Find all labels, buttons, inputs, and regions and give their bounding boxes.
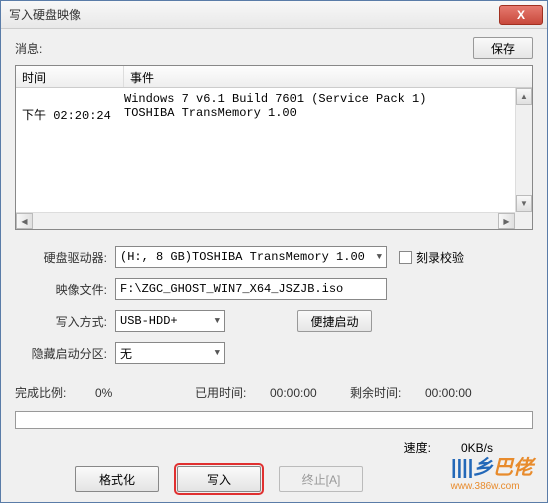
write-mode-select[interactable]: USB-HDD+ ▼ [115, 310, 225, 332]
hide-row: 隐藏启动分区: 无 ▼ [15, 342, 533, 364]
log-panel: 时间 事件 Windows 7 v6.1 Build 7601 (Service… [15, 65, 533, 230]
save-button[interactable]: 保存 [473, 37, 533, 59]
verify-checkbox-wrap[interactable]: 刻录校验 [399, 249, 464, 266]
drive-select[interactable]: (H:, 8 GB)TOSHIBA TransMemory 1.00 ▼ [115, 246, 387, 268]
scroll-down-icon[interactable]: ▼ [516, 195, 532, 212]
message-row: 消息: 保存 [15, 37, 533, 59]
progress-info-row: 完成比例: 0% 已用时间: 00:00:00 剩余时间: 00:00:00 [15, 380, 533, 405]
drive-label: 硬盘驱动器: [15, 249, 115, 266]
chevron-down-icon: ▼ [215, 348, 220, 358]
image-label: 映像文件: [15, 281, 115, 298]
chevron-down-icon: ▼ [215, 316, 220, 326]
scroll-left-icon[interactable]: ◀ [16, 213, 33, 229]
verify-label: 刻录校验 [416, 249, 464, 266]
abort-button: 终止[A] [279, 466, 363, 492]
progress-bar [15, 411, 533, 429]
quick-boot-button[interactable]: 便捷启动 [297, 310, 372, 332]
content-area: 消息: 保存 时间 事件 Windows 7 v6.1 Build 7601 (… [1, 29, 547, 500]
speed-label: 速度: [404, 439, 431, 456]
window-title: 写入硬盘映像 [9, 6, 499, 23]
close-icon: X [517, 8, 525, 22]
titlebar: 写入硬盘映像 X [1, 1, 547, 29]
drive-select-value: (H:, 8 GB)TOSHIBA TransMemory 1.00 [120, 250, 365, 264]
scroll-corner [515, 212, 532, 229]
log-event-cell: TOSHIBA TransMemory 1.00 [124, 106, 526, 123]
log-row: 下午 02:20:24 TOSHIBA TransMemory 1.00 [22, 106, 526, 123]
write-button[interactable]: 写入 [177, 466, 261, 492]
image-file-input[interactable] [115, 278, 387, 300]
hide-partition-value: 无 [120, 345, 132, 362]
vertical-scrollbar[interactable]: ▲ ▼ [515, 88, 532, 212]
log-row: Windows 7 v6.1 Build 7601 (Service Pack … [22, 92, 526, 106]
logo-url: www.386w.com [451, 481, 520, 492]
chevron-down-icon: ▼ [377, 252, 382, 262]
hide-partition-select[interactable]: 无 ▼ [115, 342, 225, 364]
scroll-up-icon[interactable]: ▲ [516, 88, 532, 105]
form-area: 硬盘驱动器: (H:, 8 GB)TOSHIBA TransMemory 1.0… [15, 240, 533, 380]
elapsed-value: 00:00:00 [270, 386, 350, 400]
mode-row: 写入方式: USB-HDD+ ▼ 便捷启动 [15, 310, 533, 332]
write-disk-image-dialog: 写入硬盘映像 X 消息: 保存 时间 事件 Windows 7 v6.1 Bui… [0, 0, 548, 503]
logo-text-2: 巴佬 [493, 457, 533, 479]
ratio-label: 完成比例: [15, 384, 95, 401]
log-body: Windows 7 v6.1 Build 7601 (Service Pack … [16, 88, 532, 127]
scroll-right-icon[interactable]: ▶ [498, 213, 515, 229]
log-time-cell: 下午 02:20:24 [22, 106, 124, 123]
image-row: 映像文件: [15, 278, 533, 300]
verify-checkbox[interactable] [399, 251, 412, 264]
ratio-value: 0% [95, 386, 195, 400]
message-label: 消息: [15, 40, 473, 57]
log-column-event[interactable]: 事件 [124, 66, 532, 87]
watermark-logo: ||||乡巴佬 www.386w.com [451, 451, 533, 492]
log-column-time[interactable]: 时间 [16, 66, 124, 87]
mode-label: 写入方式: [15, 313, 115, 330]
hide-label: 隐藏启动分区: [15, 345, 115, 362]
logo-text-1: ||||乡 [451, 457, 493, 479]
format-button[interactable]: 格式化 [75, 466, 159, 492]
horizontal-scrollbar[interactable]: ◀ ▶ [16, 212, 515, 229]
write-mode-value: USB-HDD+ [120, 314, 178, 328]
elapsed-label: 已用时间: [195, 384, 270, 401]
log-event-cell: Windows 7 v6.1 Build 7601 (Service Pack … [124, 92, 526, 106]
remain-value: 00:00:00 [425, 386, 505, 400]
drive-row: 硬盘驱动器: (H:, 8 GB)TOSHIBA TransMemory 1.0… [15, 246, 533, 268]
log-time-cell [22, 92, 124, 106]
log-header: 时间 事件 [16, 66, 532, 88]
close-button[interactable]: X [499, 5, 543, 25]
remain-label: 剩余时间: [350, 384, 425, 401]
